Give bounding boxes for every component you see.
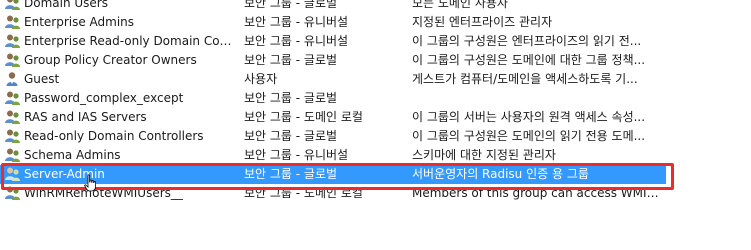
group-icon [4,13,22,32]
group-name: Password_complex_except [24,91,184,105]
group-description: Members of this group can access WMI res… [412,186,662,200]
group-type: 보안 그룹 - 유니버설 [244,148,349,162]
group-type: 보안 그룹 - 글로벌 [244,167,338,181]
user-name: Guest [24,72,60,86]
group-icon [4,108,22,127]
list-item-read-only-domain-controllers[interactable]: Read-only Domain Controllers 보안 그룹 - 글로벌… [0,127,751,146]
list-item-enterprise-read-only-domain-controllers[interactable]: Enterprise Read-only Domain Contro... 보안… [0,32,751,51]
group-icon [4,89,22,108]
group-type: 보안 그룹 - 글로벌 [244,53,338,67]
group-name: WinRMRemoteWMIUsers__ [24,186,183,200]
group-type: 보안 그룹 - 글로벌 [244,129,338,143]
list-item-domain-users[interactable]: Domain Users 보안 그룹 - 글로벌 모든 도메인 사용자 [0,0,751,13]
object-type: 사용자 [244,72,278,86]
group-name: Server-Admin [24,167,105,181]
group-type: 보안 그룹 - 도메인 로컬 [244,186,363,200]
list-item-ras-and-ias-servers[interactable]: RAS and IAS Servers 보안 그룹 - 도메인 로컬 이 그룹의… [0,108,751,127]
group-description: 이 그룹의 서버는 사용자의 원격 액세스 속성... [412,110,646,124]
group-type: 보안 그룹 - 글로벌 [244,91,338,105]
group-description: 모든 도메인 사용자 [412,0,508,10]
group-type: 보안 그룹 - 글로벌 [244,0,338,10]
group-description: 이 그룹의 구성원은 도메인에 대한 그룹 정책... [412,53,646,67]
group-description: 서버운영자의 Radisu 인증 용 그룹 [412,167,589,181]
group-description: 이 그룹의 구성원은 도메인의 읽기 전용 도메... [412,129,646,143]
list-item-password-complex-except[interactable]: Password_complex_except 보안 그룹 - 글로벌 [0,89,751,108]
group-name: Group Policy Creator Owners [24,53,197,67]
group-name: Domain Users [24,0,108,10]
list-item-enterprise-admins[interactable]: Enterprise Admins 보안 그룹 - 유니버설 지정된 엔터프라이… [0,13,751,32]
user-icon [4,70,22,89]
group-icon [4,0,22,13]
group-icon [4,165,22,184]
list-item-guest[interactable]: Guest 사용자 게스트가 컴퓨터/도메인을 액세스하도록 기... [0,70,751,89]
group-list: Domain Users 보안 그룹 - 글로벌 모든 도메인 사용자 Ente… [0,0,751,203]
list-item-winrm-remote-wmi-users[interactable]: WinRMRemoteWMIUsers__ 보안 그룹 - 도메인 로컬 Mem… [0,184,751,203]
group-icon [4,184,22,203]
group-name: Enterprise Read-only Domain Contro... [24,34,238,48]
list-item-server-admin[interactable]: Server-Admin 보안 그룹 - 글로벌 서버운영자의 Radisu 인… [0,165,666,184]
group-description: 이 그룹의 구성원은 엔터프라이즈의 읽기 전... [412,34,642,48]
group-type: 보안 그룹 - 유니버설 [244,15,349,29]
group-name: RAS and IAS Servers [24,110,147,124]
group-type: 보안 그룹 - 도메인 로컬 [244,110,363,124]
group-description: 지정된 엔터프라이즈 관리자 [412,15,553,29]
group-icon [4,51,22,70]
object-description: 게스트가 컴퓨터/도메인을 액세스하도록 기... [412,72,638,86]
list-item-group-policy-creator-owners[interactable]: Group Policy Creator Owners 보안 그룹 - 글로벌 … [0,51,751,70]
group-type: 보안 그룹 - 유니버설 [244,34,349,48]
group-icon [4,127,22,146]
group-icon [4,32,22,51]
group-description: 스키마에 대한 지정된 관리자 [412,148,556,162]
group-name: Enterprise Admins [24,15,135,29]
list-item-schema-admins[interactable]: Schema Admins 보안 그룹 - 유니버설 스키마에 대한 지정된 관… [0,146,751,165]
group-icon [4,146,22,165]
group-name: Read-only Domain Controllers [24,129,204,143]
group-name: Schema Admins [24,148,121,162]
